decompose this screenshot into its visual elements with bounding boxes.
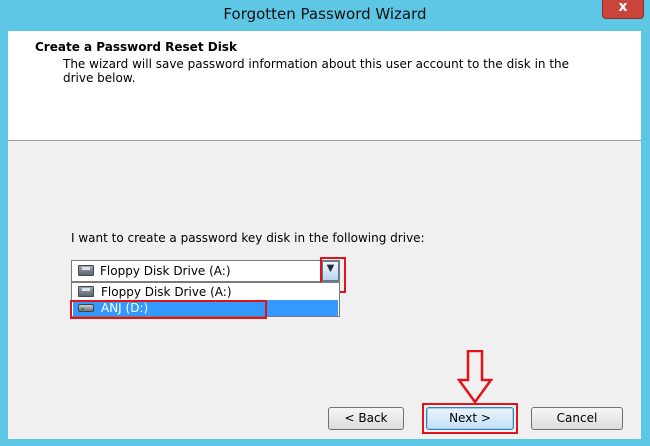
window-frame: Forgotten Password Wizard x Create a Pas… <box>0 0 650 446</box>
close-icon: x <box>618 0 628 15</box>
annotation-box-next <box>422 403 518 434</box>
floppy-drive-icon <box>78 265 94 276</box>
down-arrow-outline <box>457 350 493 404</box>
window-title: Forgotten Password Wizard <box>223 5 427 23</box>
page-description: The wizard will save password informatio… <box>63 57 570 85</box>
dropdown-option-floppy[interactable]: Floppy Disk Drive (A:) <box>73 284 338 300</box>
drive-prompt-label: I want to create a password key disk in … <box>71 231 425 245</box>
dropdown-option-label: Floppy Disk Drive (A:) <box>101 285 232 299</box>
wizard-body: I want to create a password key disk in … <box>8 141 641 439</box>
annotation-box-anj <box>70 300 267 319</box>
back-button[interactable]: < Back <box>328 407 404 430</box>
close-button[interactable]: x <box>602 0 644 19</box>
drive-select-value: Floppy Disk Drive (A:) <box>100 264 231 278</box>
title-bar[interactable]: Forgotten Password Wizard x <box>0 0 650 31</box>
page-title: Create a Password Reset Disk <box>35 40 237 54</box>
wizard-header: Create a Password Reset Disk The wizard … <box>8 31 641 141</box>
cancel-button[interactable]: Cancel <box>531 407 623 430</box>
floppy-drive-icon <box>78 286 94 297</box>
drive-select[interactable]: Floppy Disk Drive (A:) <box>71 260 340 282</box>
